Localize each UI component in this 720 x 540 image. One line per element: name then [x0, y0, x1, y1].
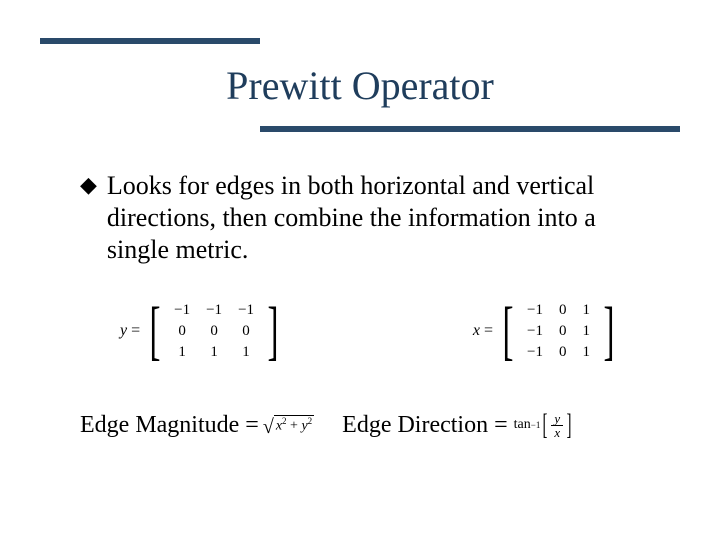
slide: Prewitt Operator ◆ Looks for edges in bo…	[0, 0, 720, 540]
fraction-denominator: x	[551, 426, 563, 439]
matrix-y: y = [ −1 −1 −1 0 0 0 1 1 1	[120, 298, 284, 364]
direction-label: Edge Direction =	[342, 412, 507, 439]
sqrt-body: x2 + y2	[274, 415, 314, 435]
matrix-x-grid: −1 0 1 −1 0 1 −1 0 1	[519, 300, 598, 363]
decorative-rule-top	[40, 38, 260, 44]
magnitude-formula: √ x2 + y2	[263, 414, 314, 437]
matrix-cell: 1	[198, 342, 230, 363]
matrix-x-var: x	[473, 322, 480, 340]
bullet-text: Looks for edges in both horizontal and v…	[107, 170, 640, 266]
matrix-cell: −1	[519, 321, 551, 342]
equals-sign: =	[131, 322, 140, 340]
sqrt-icon: √	[263, 416, 274, 439]
matrix-cell: 0	[198, 321, 230, 342]
bracket-right-icon: ]	[604, 298, 615, 364]
matrix-x: x = [ −1 0 1 −1 0 1 −1 0 1	[473, 298, 620, 364]
bracket-right-icon: ]	[268, 298, 279, 364]
matrix-cell: 1	[575, 300, 599, 321]
bullet-diamond-icon: ◆	[80, 170, 97, 266]
matrix-cell: 0	[166, 321, 198, 342]
matrix-y-grid: −1 −1 −1 0 0 0 1 1 1	[166, 300, 262, 363]
bullet-item: ◆ Looks for edges in both horizontal and…	[80, 170, 640, 266]
tan-func: tan	[514, 417, 531, 433]
formulas-row: Edge Magnitude = √ x2 + y2 Edge Directio…	[80, 410, 680, 440]
matrix-cell: 1	[575, 342, 599, 363]
matrix-cell: 0	[551, 321, 575, 342]
matrix-cell: 0	[551, 342, 575, 363]
matrix-cell: −1	[519, 300, 551, 321]
equals-sign: =	[484, 322, 493, 340]
decorative-rule-bottom	[260, 126, 680, 132]
matrix-y-var: y	[120, 322, 127, 340]
matrix-cell: −1	[198, 300, 230, 321]
matrices-row: y = [ −1 −1 −1 0 0 0 1 1 1	[120, 298, 620, 364]
power: 2	[308, 416, 313, 426]
magnitude-label: Edge Magnitude =	[80, 412, 259, 439]
matrix-cell: 0	[230, 321, 262, 342]
bracket-right-icon: ]	[567, 410, 572, 440]
fraction: y x	[551, 412, 563, 439]
matrix-cell: −1	[230, 300, 262, 321]
fraction-numerator: y	[551, 412, 563, 426]
matrix-cell: 1	[230, 342, 262, 363]
matrix-cell: 0	[551, 300, 575, 321]
power: 2	[282, 416, 287, 426]
matrix-cell: 1	[575, 321, 599, 342]
matrix-cell: 1	[166, 342, 198, 363]
bracket-left-icon: [	[503, 298, 514, 364]
inverse-power: −1	[531, 420, 541, 430]
matrix-cell: −1	[166, 300, 198, 321]
slide-title: Prewitt Operator	[0, 62, 720, 109]
matrix-cell: −1	[519, 342, 551, 363]
bracket-left-icon: [	[543, 410, 548, 440]
direction-formula: tan−1 [ y x ]	[514, 410, 574, 440]
bracket-left-icon: [	[150, 298, 161, 364]
